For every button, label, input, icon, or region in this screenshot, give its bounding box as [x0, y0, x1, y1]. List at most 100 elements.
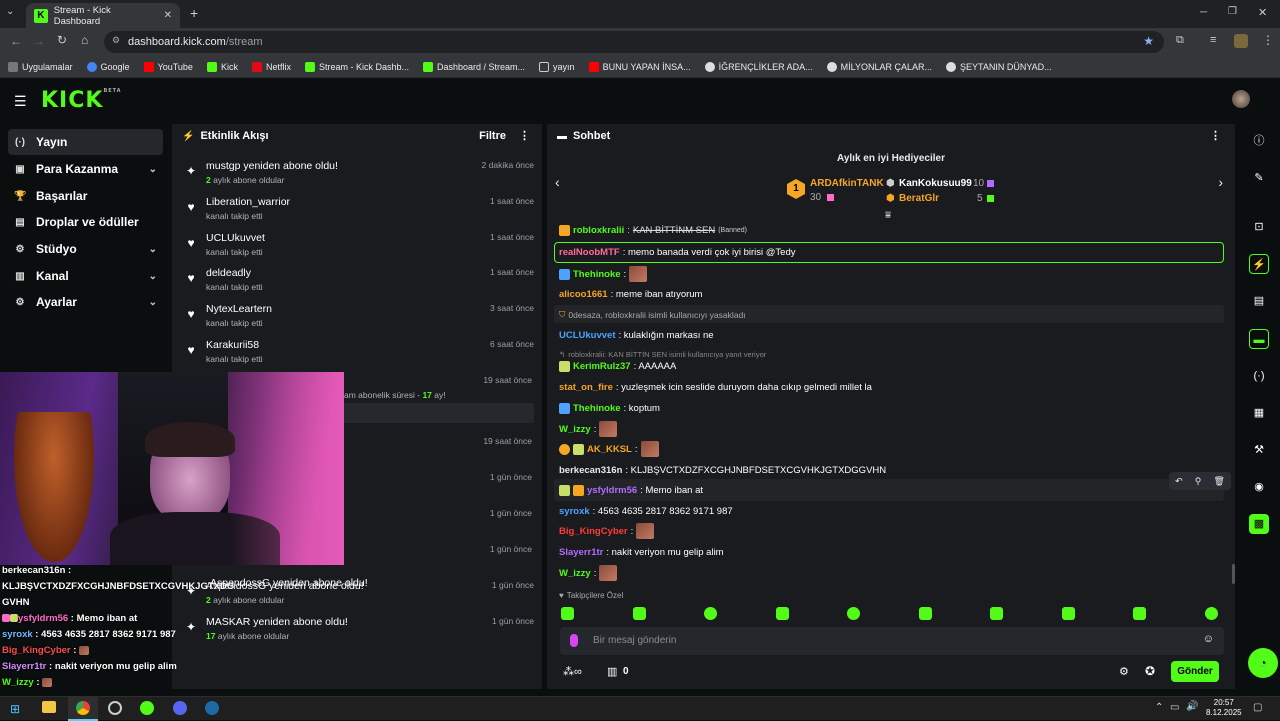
- bookmark-item[interactable]: Dashboard / Stream...: [423, 61, 525, 72]
- reply-icon[interactable]: ↶: [1175, 476, 1183, 487]
- maximize-button[interactable]: ❐: [1228, 6, 1237, 17]
- bookmark-item[interactable]: Kick: [206, 61, 238, 72]
- sliders-icon[interactable]: ◉: [1249, 477, 1269, 497]
- edit-icon[interactable]: ✎: [1249, 168, 1269, 188]
- bookmark-item[interactable]: YouTube: [143, 61, 193, 72]
- window-close-button[interactable]: ✕: [1258, 6, 1267, 19]
- bookmark-item[interactable]: MİLYONLAR ÇALAR...: [826, 61, 932, 72]
- back-button[interactable]: ←: [10, 34, 22, 48]
- emote-icon[interactable]: [633, 607, 646, 620]
- support-chat-icon[interactable]: ◔: [1248, 648, 1278, 678]
- network-icon[interactable]: ▭: [1170, 702, 1179, 713]
- bookmark-item[interactable]: Uygulamalar: [8, 61, 73, 72]
- extensions-icon[interactable]: ⧉: [1176, 34, 1184, 47]
- pin-icon[interactable]: ⚲: [1195, 476, 1202, 487]
- emote-icon[interactable]: [704, 607, 717, 620]
- emote-icon[interactable]: [1062, 607, 1075, 620]
- event-time: 1 gün önce: [489, 472, 532, 482]
- browser-tab[interactable]: K Stream - Kick Dashboard ✕: [26, 3, 180, 28]
- forward-button[interactable]: →: [33, 34, 45, 48]
- pin-collapse-icon[interactable]: ⩸: [885, 210, 891, 221]
- kick-app-icon[interactable]: [140, 701, 154, 715]
- site-info-icon[interactable]: ⚙: [112, 35, 120, 46]
- wrench-icon[interactable]: ⚒: [1249, 440, 1269, 460]
- nav-item-studyo[interactable]: ⚙ Stüdyo ⌄: [8, 236, 163, 262]
- reload-button[interactable]: ↻: [57, 33, 67, 47]
- tray-chevron-icon[interactable]: ⌃: [1155, 702, 1163, 713]
- emoji-picker-icon[interactable]: ☺: [1203, 633, 1214, 645]
- send-button[interactable]: Gönder: [1171, 661, 1219, 682]
- bookmark-folder[interactable]: yayın: [539, 61, 575, 72]
- chat-options-icon[interactable]: ⋮: [1210, 129, 1221, 142]
- emote-icon[interactable]: [919, 607, 932, 620]
- kick-logo[interactable]: KICKBETA: [41, 88, 122, 113]
- emote-icon[interactable]: [847, 607, 860, 620]
- chat-settings-icon[interactable]: ⚙: [1119, 665, 1129, 678]
- microphone-icon[interactable]: [570, 634, 578, 647]
- chat-message[interactable]: ysfyldrm56: Memo iban at: [559, 485, 703, 496]
- info-icon[interactable]: ⓘ: [1249, 131, 1269, 151]
- tab-close-icon[interactable]: ✕: [164, 10, 172, 21]
- chat-message: Slayerr1tr: nakit veriyon mu gelip alim: [559, 547, 724, 558]
- bookmark-item[interactable]: ŞEYTANIN DÜNYAD...: [945, 61, 1052, 72]
- new-tab-button[interactable]: +: [190, 5, 198, 21]
- prev-arrow-icon[interactable]: ‹: [555, 174, 560, 190]
- chat-input-box[interactable]: Bir mesaj gönderin ☺: [560, 627, 1224, 655]
- clapper-icon[interactable]: ▩: [1249, 514, 1269, 534]
- gifter-medal-icon: ⬢: [886, 178, 895, 189]
- broadcast-icon[interactable]: (·): [1249, 366, 1269, 386]
- chat-scrollbar[interactable]: [1232, 564, 1235, 584]
- nav-item-kanal[interactable]: ▥ Kanal ⌄: [8, 263, 163, 289]
- emote-icon[interactable]: [1133, 607, 1146, 620]
- steam-icon[interactable]: [205, 701, 219, 715]
- nav-item-basarilar[interactable]: 🏆 Başarılar: [8, 183, 163, 209]
- chat-toggle-icon[interactable]: ▬: [1249, 329, 1269, 349]
- nav-item-yayin[interactable]: (·) Yayın: [8, 129, 163, 155]
- gift-icon: [987, 180, 994, 187]
- kick-icon: [304, 61, 315, 72]
- document-icon[interactable]: ▤: [1249, 291, 1269, 311]
- tab-search-icon[interactable]: ⌄: [6, 6, 20, 20]
- filter-button[interactable]: Filtre: [479, 130, 506, 142]
- bookmark-item[interactable]: BUNU YAPAN İNSA...: [588, 61, 691, 72]
- emote-icon[interactable]: [990, 607, 1003, 620]
- emote-icon[interactable]: [561, 607, 574, 620]
- points-icon[interactable]: ▥: [607, 665, 617, 678]
- tools-icon[interactable]: ▦: [1249, 403, 1269, 423]
- nav-item-para-kazanma[interactable]: ▣ Para Kazanma ⌄: [8, 156, 163, 182]
- users-infinite-icon[interactable]: ⁂∞: [563, 665, 582, 678]
- browser-menu-icon[interactable]: ⋮: [1262, 33, 1274, 47]
- heart-icon: ♥: [187, 200, 195, 214]
- media-icon[interactable]: ≡: [1210, 34, 1216, 46]
- taskbar-chrome-active[interactable]: [68, 697, 98, 721]
- user-avatar[interactable]: [1232, 90, 1250, 108]
- volume-icon[interactable]: 🔊: [1186, 701, 1198, 712]
- minimize-button[interactable]: ─: [1200, 7, 1207, 18]
- next-arrow-icon[interactable]: ›: [1218, 174, 1223, 190]
- bookmark-item[interactable]: Google: [86, 61, 130, 72]
- more-options-icon[interactable]: ⋮: [519, 129, 530, 142]
- home-button[interactable]: ⌂: [81, 33, 88, 47]
- windows-start-icon[interactable]: ⊞: [10, 702, 20, 716]
- discord-icon[interactable]: [173, 701, 187, 715]
- capture-icon[interactable]: ⊡: [1249, 217, 1269, 237]
- bookmark-item[interactable]: Stream - Kick Dashb...: [304, 61, 409, 72]
- bookmark-star-icon[interactable]: ★: [1143, 34, 1154, 48]
- chat-input-placeholder[interactable]: Bir mesaj gönderin: [593, 635, 676, 646]
- obs-icon[interactable]: [108, 701, 122, 715]
- clock[interactable]: 20:57 8.12.2025: [1206, 698, 1242, 718]
- nav-item-droplar[interactable]: ▤ Droplar ve ödüller: [8, 209, 163, 235]
- nav-item-ayarlar[interactable]: ⚙ Ayarlar ⌄: [8, 289, 163, 315]
- url-field[interactable]: ⚙ dashboard.kick.com/stream ★: [104, 31, 1164, 53]
- delete-icon[interactable]: 🗑: [1213, 476, 1224, 487]
- file-explorer-icon[interactable]: [42, 701, 56, 713]
- hamburger-menu-icon[interactable]: ☰: [14, 93, 27, 110]
- bookmark-item[interactable]: İĞRENÇLİKLER ADA...: [704, 61, 813, 72]
- bookmark-item[interactable]: Netflix: [251, 61, 291, 72]
- emote-icon[interactable]: [776, 607, 789, 620]
- emote-icon[interactable]: [1205, 607, 1218, 620]
- activity-feed-icon[interactable]: ⚡: [1249, 254, 1269, 274]
- profile-avatar[interactable]: [1234, 34, 1248, 48]
- rewards-icon[interactable]: ✪: [1145, 664, 1155, 678]
- notifications-icon[interactable]: ▢: [1253, 702, 1262, 713]
